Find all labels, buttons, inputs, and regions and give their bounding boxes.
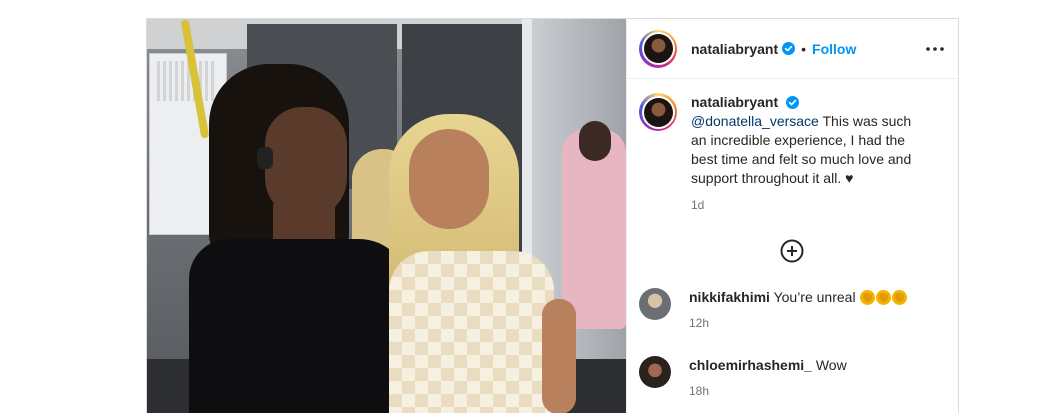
- caption: nataliabryant @donatella_versace This wa…: [639, 93, 944, 215]
- author-avatar[interactable]: [639, 29, 677, 68]
- clapping-hands-icon: [876, 290, 892, 305]
- comment-item: chloemirhashemi_ Wow 18h: [639, 356, 944, 400]
- avatar-border: [641, 32, 675, 65]
- instagram-post: nataliabryant • Follow nataliabryant @do…: [146, 18, 959, 413]
- caption-mention-link[interactable]: @donatella_versace: [691, 113, 819, 129]
- avatar-image: [643, 34, 673, 63]
- verified-badge-icon: [786, 96, 800, 109]
- author-username[interactable]: nataliabryant: [691, 41, 778, 57]
- photo-checkered-dress: [389, 251, 554, 413]
- photo-blonde-face: [409, 129, 489, 229]
- comment-body: Wow: [815, 357, 847, 373]
- comment-body: You’re unreal: [773, 289, 856, 305]
- commenter-avatar[interactable]: [639, 288, 671, 320]
- comment-username[interactable]: chloemirhashemi_: [689, 357, 812, 373]
- follow-button[interactable]: Follow: [812, 41, 856, 57]
- caption-timestamp[interactable]: 1d: [691, 196, 921, 215]
- clapping-hands-icon: [892, 290, 908, 305]
- more-options-icon[interactable]: [926, 46, 944, 51]
- verified-badge-icon: [782, 42, 796, 55]
- plus-circle-icon[interactable]: [780, 239, 804, 268]
- photo-arm: [542, 299, 576, 413]
- comment-content: nikkifakhimi You’re unreal 12h: [689, 288, 908, 332]
- separator-dot: •: [801, 40, 807, 57]
- caption-username[interactable]: nataliabryant: [691, 94, 778, 110]
- post-header: nataliabryant • Follow: [627, 19, 958, 79]
- comment-timestamp[interactable]: 18h: [689, 382, 847, 400]
- photo-black-dress: [189, 239, 409, 413]
- photo-model-head: [579, 121, 611, 161]
- comment-item: nikkifakhimi You’re unreal 12h: [639, 288, 944, 332]
- comment-username[interactable]: nikkifakhimi: [689, 289, 770, 305]
- avatar-border: [641, 95, 675, 129]
- load-more-comments: [639, 239, 944, 268]
- photo-woman-face: [265, 107, 347, 219]
- commenter-avatar[interactable]: [639, 356, 671, 388]
- avatar-image: [643, 97, 673, 127]
- photo-headset: [257, 147, 273, 169]
- caption-text: nataliabryant @donatella_versace This wa…: [691, 93, 921, 215]
- post-photo[interactable]: [147, 19, 626, 413]
- comment-timestamp[interactable]: 12h: [689, 314, 907, 332]
- caption-avatar[interactable]: [639, 93, 677, 131]
- photo-ac-grill: [157, 61, 217, 101]
- comments-area: nataliabryant @donatella_versace This wa…: [627, 79, 958, 413]
- post-sidebar: nataliabryant • Follow nataliabryant @do…: [626, 19, 958, 413]
- comment-content: chloemirhashemi_ Wow 18h: [689, 356, 847, 400]
- clapping-hands-icon: [860, 290, 876, 305]
